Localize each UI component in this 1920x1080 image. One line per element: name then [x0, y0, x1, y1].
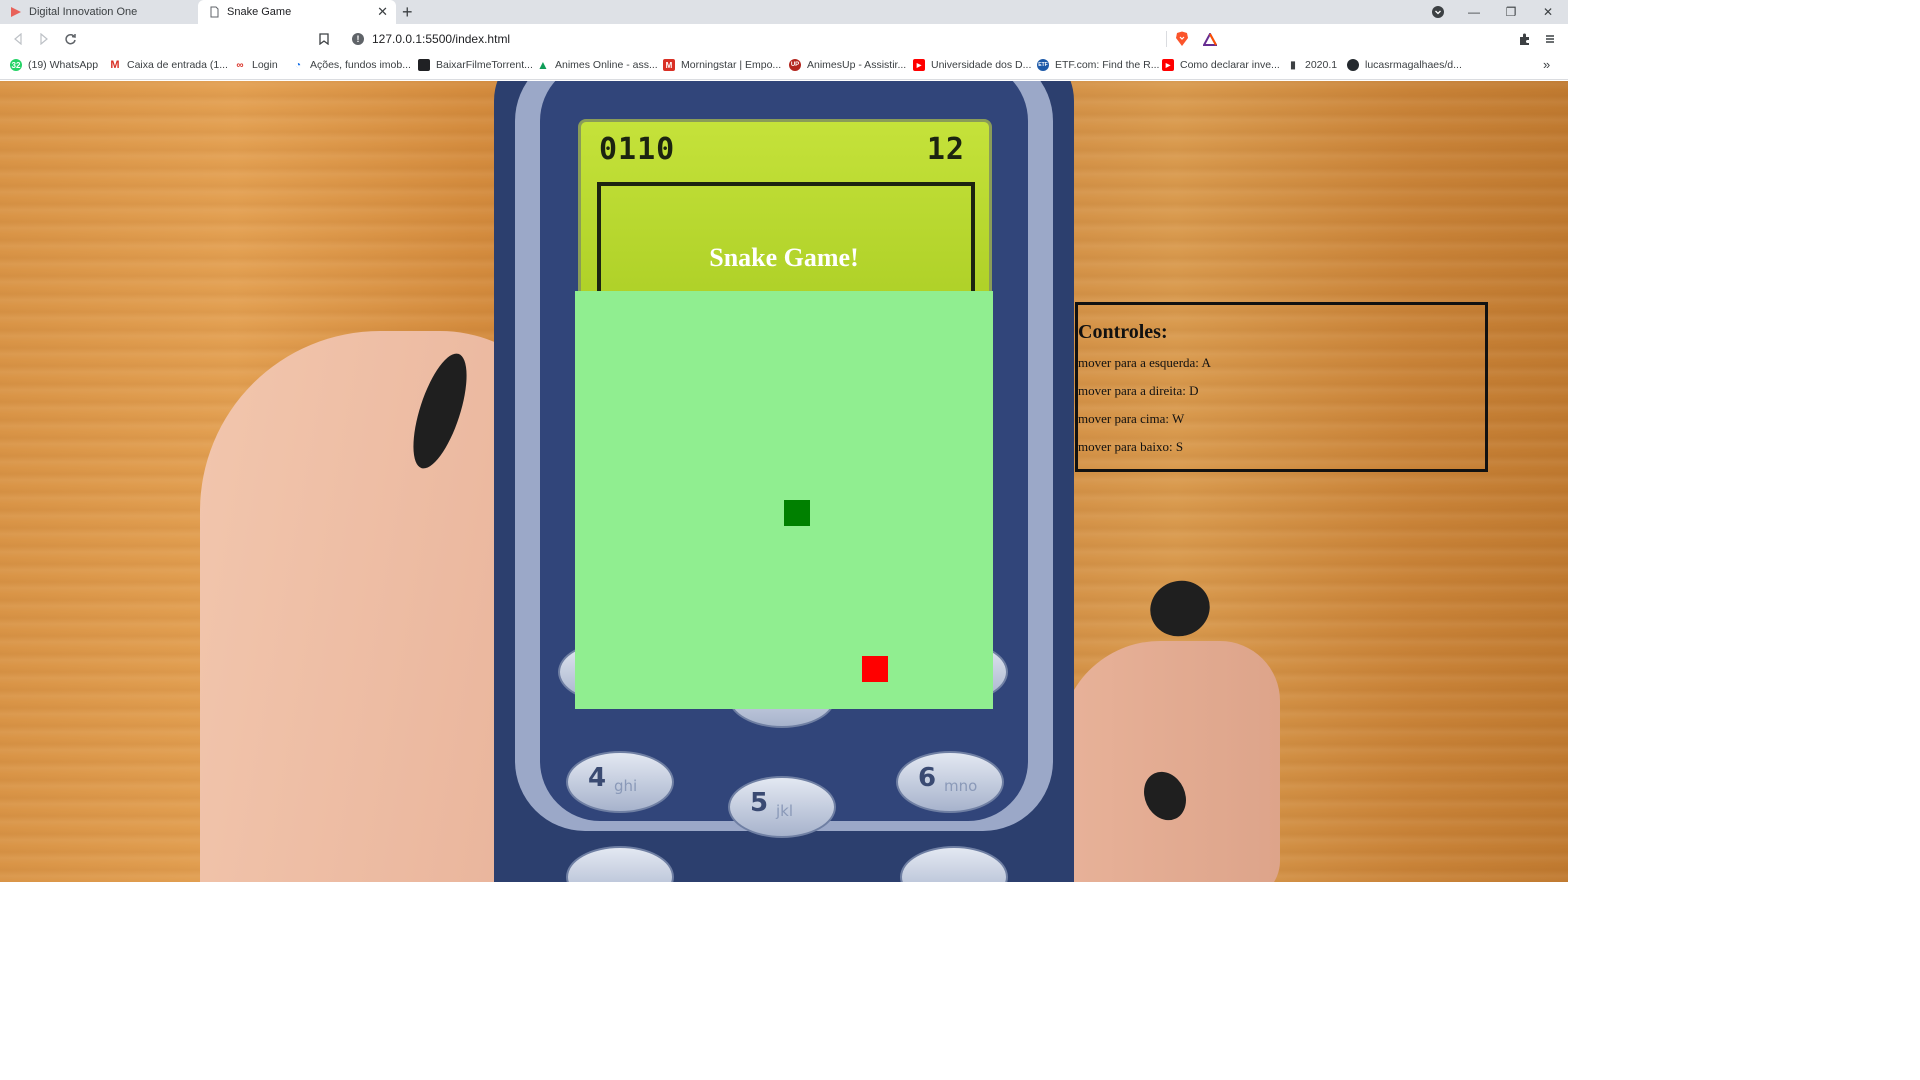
page-background: 0110 12 4 ghi 5 jkl 6 mno Snake Game! Co… [0, 81, 1568, 882]
bookmark-github[interactable]: lucasrmagalhaes/d... [1347, 59, 1462, 71]
reload-icon[interactable] [60, 29, 80, 49]
bookmarks-bar: 32 (19) WhatsApp M Caixa de entrada (1..… [0, 54, 1568, 80]
bookmark-label: AnimesUp - Assistir... [807, 59, 907, 71]
bookmark-label: ETF.com: Find the R... [1055, 59, 1160, 71]
phone-key-4: 4 ghi [566, 751, 674, 813]
bookmark-universidade[interactable]: ▶ Universidade dos D... [913, 59, 1031, 71]
bookmark-label: BaixarFilmeTorrent... [436, 59, 533, 71]
key-letters: jkl [776, 802, 794, 820]
bookmark-label: lucasrmagalhaes/d... [1365, 59, 1462, 71]
close-window-icon[interactable]: ✕ [1530, 0, 1566, 24]
key-letters: mno [944, 777, 978, 795]
brave-shield-icon[interactable] [1172, 29, 1192, 49]
back-icon[interactable] [8, 29, 28, 49]
new-tab-button[interactable]: + [402, 1, 413, 23]
bookmark-etf[interactable]: ETF ETF.com: Find the R... [1037, 59, 1159, 71]
bookmark-label: Universidade dos D... [931, 59, 1032, 71]
game-board[interactable] [575, 291, 993, 709]
bookmark-label: Ações, fundos imob... [310, 59, 411, 71]
key-number: 6 [918, 763, 937, 793]
phone-key-5: 5 jkl [728, 776, 836, 838]
food [862, 656, 888, 682]
address-bar[interactable]: ! 127.0.0.1:5500/index.html [342, 28, 1226, 50]
page-favicon-icon [208, 6, 220, 18]
omnibox-separator [1166, 31, 1167, 47]
bookmark-como-declarar[interactable]: ▶ Como declarar inve... [1162, 59, 1280, 71]
bookmark-label: Animes Online - ass... [555, 59, 658, 71]
controls-heading: Controles: [1078, 321, 1168, 343]
bookmark-2020-1[interactable]: ▮ 2020.1 [1287, 59, 1337, 71]
tab-strip: Digital Innovation One Snake Game ✕ + — … [0, 0, 1568, 24]
minimize-icon[interactable]: — [1456, 0, 1492, 24]
bookmark-label: Morningstar | Empo... [681, 59, 782, 71]
film-icon [418, 59, 430, 71]
close-tab-icon[interactable]: ✕ [377, 4, 388, 20]
controls-panel: Controles: mover para a esquerda: A move… [1075, 302, 1488, 472]
bookmark-animes-online[interactable]: ▲ Animes Online - ass... [537, 58, 658, 72]
snake-head [784, 500, 810, 526]
bookmark-icon[interactable] [314, 29, 334, 49]
tab-snake-game[interactable]: Snake Game ✕ [198, 0, 396, 24]
bookmark-label: (19) WhatsApp [28, 59, 99, 71]
funds-icon: ◔ [294, 59, 302, 71]
bookmarks-overflow-icon[interactable]: » [1543, 57, 1550, 72]
bookmark-label: Login [252, 59, 278, 71]
phone-key-6: 6 mno [896, 751, 1004, 813]
bookmark-login[interactable]: ∞ Login [234, 59, 278, 71]
control-down: mover para baixo: S [1078, 439, 1184, 454]
browser-toolbar: ! 127.0.0.1:5500/index.html [0, 24, 1568, 54]
bookmark-acoes[interactable]: ◔ Ações, fundos imob... [292, 59, 411, 71]
key-letters: ghi [614, 777, 638, 795]
restore-icon[interactable]: ❐ [1493, 0, 1529, 24]
file-icon: ▮ [1290, 59, 1296, 71]
bookmark-label: 2020.1 [1305, 59, 1338, 71]
site-info-icon[interactable]: ! [352, 33, 364, 45]
control-up: mover para cima: W [1078, 411, 1185, 426]
whatsapp-icon: 32 [10, 59, 22, 71]
bookmark-gmail[interactable]: M Caixa de entrada (1... [109, 59, 228, 71]
hand-right-illustration [1060, 641, 1280, 882]
key-number: 5 [750, 788, 769, 818]
game-title: Snake Game! [709, 243, 859, 272]
control-left: mover para a esquerda: A [1078, 355, 1211, 370]
bookmark-baixarfilme[interactable]: BaixarFilmeTorrent... [418, 59, 533, 71]
anime-icon: ▲ [537, 58, 549, 72]
animesup-icon: UP [789, 59, 801, 71]
bookmark-whatsapp[interactable]: 32 (19) WhatsApp [10, 59, 98, 71]
gmail-icon: M [110, 59, 120, 71]
tab-label: Digital Innovation One [29, 6, 138, 18]
login-icon: ∞ [236, 59, 244, 71]
key-number: 4 [588, 763, 607, 793]
menu-icon[interactable] [1540, 29, 1560, 49]
bookmark-label: Como declarar inve... [1180, 59, 1280, 71]
dio-favicon-icon [10, 6, 22, 18]
forward-icon[interactable] [34, 29, 54, 49]
url-text: 127.0.0.1:5500/index.html [372, 32, 511, 46]
github-icon [1347, 59, 1359, 71]
morningstar-icon: M [663, 59, 675, 71]
youtube-icon: ▶ [913, 59, 925, 71]
etf-icon: ETF [1037, 59, 1049, 71]
tab-label: Snake Game [227, 6, 292, 18]
lcd-score: 0110 [599, 132, 676, 167]
brave-rewards-icon[interactable] [1200, 29, 1220, 49]
bookmark-label: Caixa de entrada (1... [127, 59, 228, 71]
lcd-level: 12 [926, 132, 965, 167]
control-right: mover para a direita: D [1078, 383, 1199, 398]
tab-search-icon[interactable] [1420, 0, 1456, 24]
bookmark-morningstar[interactable]: M Morningstar | Empo... [663, 59, 781, 71]
bookmark-animesup[interactable]: UP AnimesUp - Assistir... [789, 59, 906, 71]
youtube-icon: ▶ [1162, 59, 1174, 71]
extensions-icon[interactable] [1514, 29, 1534, 49]
tab-digital-innovation-one[interactable]: Digital Innovation One [0, 0, 198, 24]
